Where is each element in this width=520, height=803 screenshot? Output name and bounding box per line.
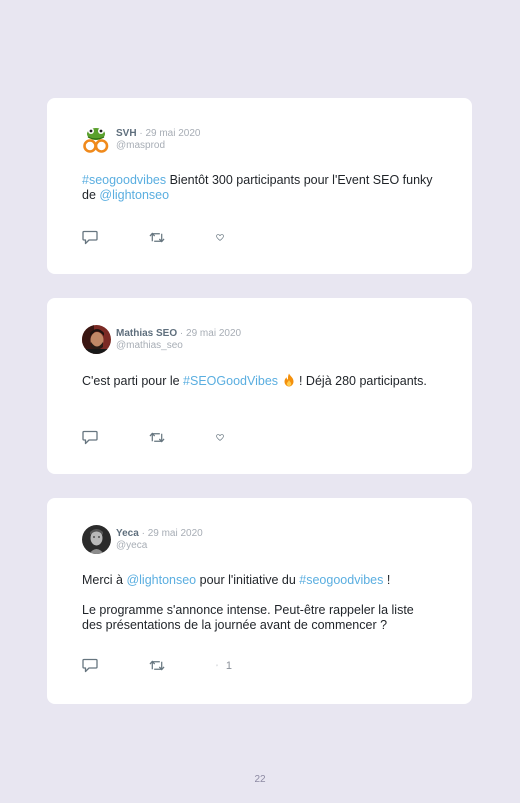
heart-icon (216, 434, 224, 441)
tweet-text-segment: pour l'initiative du (196, 573, 300, 587)
like-button[interactable] (216, 431, 232, 444)
heart-icon (216, 234, 224, 241)
retweet-button[interactable] (149, 659, 165, 672)
tweet-text-segment: C'est parti pour le (82, 374, 184, 388)
retweet-button[interactable] (149, 431, 165, 444)
tweet-text-segment: Le programme s'annonce intense. Peut-êtr… (82, 603, 414, 632)
tweet-paragraph: C'est parti pour le #SEOGoodVibes ! Déjà… (82, 373, 437, 389)
tweet-text-segment: ! Déjà 280 participants. (295, 374, 427, 388)
tweet-actions (82, 230, 232, 245)
tweet-paragraph: Merci à @lightonseo pour l'initiative du… (82, 573, 437, 588)
tweet-actions: 1 (82, 658, 232, 673)
hashtag-link[interactable]: #seogoodvibes (299, 573, 383, 587)
tweet-author-handle[interactable]: @masprod (116, 140, 201, 152)
tweet-paragraph: Le programme s'annonce intense. Peut-êtr… (82, 603, 437, 633)
tweet-card: Mathias SEO · 29 mai 2020 @mathias_seo C… (47, 298, 472, 474)
retweet-icon (149, 660, 165, 671)
tweet-actions (82, 430, 232, 445)
frog-logo-icon (83, 128, 109, 153)
tweet-author-handle[interactable]: @mathias_seo (116, 340, 241, 352)
reply-icon (82, 230, 98, 245)
tweet-card: SVH · 29 mai 2020 @masprod #seogoodvibes… (47, 98, 472, 274)
avatar[interactable] (82, 125, 111, 154)
tweet-header: Yeca · 29 mai 2020 @yeca (82, 525, 203, 554)
tweet-text-segment: ! (383, 573, 391, 587)
tweet-date[interactable]: 29 mai 2020 (148, 528, 203, 539)
meta-separator: · (138, 528, 148, 539)
tweet-author-handle[interactable]: @yeca (116, 540, 203, 552)
person-photo-icon (82, 525, 111, 554)
person-photo-icon (82, 325, 111, 354)
retweet-icon (149, 232, 165, 243)
reply-icon (82, 658, 98, 673)
tweet-text-segment: Merci à (82, 573, 127, 587)
like-count: 1 (225, 659, 232, 672)
fire-emoji-icon (284, 373, 294, 387)
tweet-text: Merci à @lightonseo pour l'initiative du… (82, 573, 437, 633)
tweet-date[interactable]: 29 mai 2020 (186, 328, 241, 339)
hashtag-link[interactable]: #seogoodvibes (82, 173, 166, 187)
retweet-icon (149, 432, 165, 443)
mention-link[interactable]: @lightonseo (99, 188, 169, 202)
tweet-text: C'est parti pour le #SEOGoodVibes ! Déjà… (82, 373, 437, 389)
tweet-author-name[interactable]: SVH (116, 128, 137, 139)
hashtag-link[interactable]: #SEOGoodVibes (183, 374, 278, 388)
tweet-author-name[interactable]: Yeca (116, 528, 139, 539)
meta-separator: · (177, 328, 187, 339)
mention-link[interactable]: @lightonseo (126, 573, 196, 587)
like-button[interactable] (216, 231, 232, 244)
tweet-author-name[interactable]: Mathias SEO (116, 328, 177, 339)
reply-button[interactable] (82, 230, 98, 245)
tweet-header: Mathias SEO · 29 mai 2020 @mathias_seo (82, 325, 241, 354)
reply-icon (82, 430, 98, 445)
tweet-date[interactable]: 29 mai 2020 (145, 128, 200, 139)
avatar[interactable] (82, 325, 111, 354)
retweet-button[interactable] (149, 231, 165, 244)
avatar[interactable] (82, 525, 111, 554)
reply-button[interactable] (82, 430, 98, 445)
reply-button[interactable] (82, 658, 98, 673)
tweet-card: Yeca · 29 mai 2020 @yeca Merci à @lighto… (47, 498, 472, 704)
like-button[interactable]: 1 (216, 659, 232, 672)
tweet-header: SVH · 29 mai 2020 @masprod (82, 125, 201, 154)
page-number: 22 (254, 774, 266, 785)
tweet-text: #seogoodvibes Bientôt 300 participants p… (82, 173, 437, 203)
tweet-paragraph: #seogoodvibes Bientôt 300 participants p… (82, 173, 437, 203)
heart-icon (216, 664, 218, 667)
